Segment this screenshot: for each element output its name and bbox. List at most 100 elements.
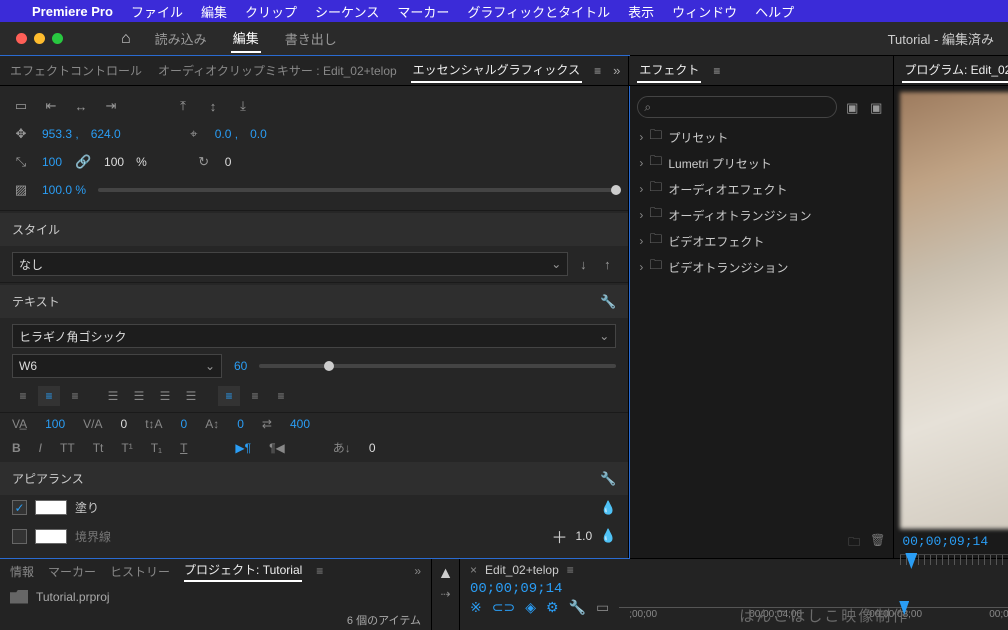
superscript[interactable]: T¹ [121, 441, 132, 455]
expand-panel-icon[interactable]: » [414, 564, 421, 578]
font-weight-dropdown[interactable]: W6⌄ [12, 354, 222, 378]
align-right-icon[interactable]: ⇥ [102, 97, 120, 115]
position-y[interactable]: 624.0 [91, 127, 121, 141]
snap-icon[interactable]: ※ [470, 599, 482, 616]
panel-menu-icon[interactable]: ≡ [713, 64, 720, 78]
text-align-justify-right[interactable]: ☰ [154, 386, 176, 406]
tab-marker[interactable]: マーカー [48, 563, 96, 580]
panel-menu-icon[interactable]: ≡ [594, 64, 601, 78]
font-family-dropdown[interactable]: ヒラギノ角ゴシック⌄ [12, 324, 616, 348]
text-align-justify-all[interactable]: ☰ [180, 386, 202, 406]
style-dropdown[interactable]: なし⌄ [12, 252, 568, 276]
tab-audio-mixer[interactable]: オーディオクリップミキサー : Edit_02+telop [156, 59, 399, 82]
caption-icon[interactable]: ▭ [596, 599, 609, 616]
tree-video-trans[interactable]: ›🗀ビデオトランジション [637, 254, 885, 280]
text-align-justify-left[interactable]: ☰ [102, 386, 124, 406]
linked-selection-icon[interactable]: ⊂⊃ [492, 599, 515, 616]
leading-value[interactable]: 0 [181, 417, 188, 431]
stroke-width[interactable]: 1.0 [575, 529, 592, 543]
wrench-icon[interactable]: 🔧 [600, 471, 616, 487]
menu-window[interactable]: ウィンドウ [672, 2, 737, 21]
all-caps[interactable]: TT [60, 441, 75, 455]
menu-graphics[interactable]: グラフィックとタイトル [467, 2, 610, 21]
underline[interactable]: T [180, 441, 187, 455]
menu-clip[interactable]: クリップ [245, 2, 297, 21]
tab-history[interactable]: ヒストリー [110, 563, 170, 580]
opacity-value[interactable]: 100.0 % [42, 183, 86, 197]
align-left-icon[interactable]: ⇤ [42, 97, 60, 115]
tsume-value[interactable]: 400 [290, 417, 310, 431]
program-view[interactable] [900, 92, 1008, 529]
text-align-middle[interactable]: ≡ [244, 386, 266, 406]
eyedropper-icon[interactable]: 💧 [600, 500, 616, 516]
push-down-icon[interactable]: ↓ [574, 255, 592, 273]
marker-tool-icon[interactable]: ◈ [525, 599, 536, 616]
program-timecode[interactable]: 00;00;09;14 [902, 534, 988, 549]
link-icon[interactable]: 🔗 [74, 153, 92, 171]
align-vcenter-icon[interactable]: ↕ [204, 97, 222, 115]
fill-color-swatch[interactable] [35, 500, 67, 515]
menu-file[interactable]: ファイル [131, 2, 183, 21]
new-bin-icon[interactable]: 🗀 [848, 533, 860, 554]
subscript[interactable]: T₁ [151, 441, 162, 455]
fx-badge2-icon[interactable]: ▣ [867, 99, 885, 117]
wrench-icon[interactable]: 🔧 [600, 294, 616, 310]
menu-help[interactable]: ヘルプ [755, 2, 794, 21]
selection-tool-icon[interactable]: ▲ [438, 565, 454, 583]
expand-panel-icon[interactable]: » [613, 63, 620, 78]
timeline-timecode[interactable]: 00;00;09;14 [460, 581, 1008, 597]
align-group-icon[interactable]: ▭ [12, 97, 30, 115]
align-hcenter-icon[interactable]: ↔ [72, 97, 90, 115]
font-size-slider[interactable] [259, 364, 616, 368]
panel-menu-icon[interactable]: ≡ [316, 564, 323, 578]
tree-audio-trans[interactable]: ›🗀オーディオトランジション [637, 202, 885, 228]
anchor-x[interactable]: 0.0 , [215, 127, 238, 141]
text-align-top[interactable]: ≡ [218, 386, 240, 406]
effects-search-input[interactable] [651, 100, 830, 115]
text-align-bottom[interactable]: ≡ [270, 386, 292, 406]
tree-audio-fx[interactable]: ›🗀オーディオエフェクト [637, 176, 885, 202]
menu-edit[interactable]: 編集 [201, 2, 227, 21]
rotation-value[interactable]: 0 [225, 155, 232, 169]
settings-icon[interactable]: ⚙ [546, 599, 559, 616]
home-icon[interactable]: ⌂ [121, 30, 131, 48]
workspace-edit[interactable]: 編集 [231, 24, 261, 53]
kerning-value[interactable]: 0 [121, 417, 128, 431]
align-bottom-icon[interactable]: ⤓ [234, 97, 252, 115]
timeline-ruler[interactable]: ;00;00 00;00;04;00 00;00;08;00 00;00;12;… [619, 597, 1008, 618]
tategaki-ltr-icon[interactable]: ▶¶ [235, 441, 251, 455]
tategaki-rtl-icon[interactable]: ¶◀ [269, 441, 285, 455]
text-align-right[interactable]: ≡ [64, 386, 86, 406]
sequence-name[interactable]: Edit_02+telop [485, 563, 559, 577]
workspace-import[interactable]: 読み込み [153, 25, 209, 52]
opacity-slider[interactable] [98, 188, 616, 192]
tab-program[interactable]: プログラム: Edit_02+telop [902, 58, 1008, 83]
tab-info[interactable]: 情報 [10, 563, 34, 580]
indent-value[interactable]: 0 [369, 441, 376, 455]
close-window-icon[interactable] [16, 33, 27, 44]
minimize-window-icon[interactable] [34, 33, 45, 44]
font-size-value[interactable]: 60 [234, 359, 247, 373]
menu-view[interactable]: 表示 [628, 2, 654, 21]
tab-essential-graphics[interactable]: エッセンシャルグラフィックス [411, 58, 582, 83]
trash-icon[interactable]: 🗑 [870, 533, 885, 554]
scale-value[interactable]: 100 [42, 155, 62, 169]
wrench-icon[interactable]: 🔧 [569, 599, 586, 616]
stroke-color-swatch[interactable] [35, 529, 67, 544]
fill-checkbox[interactable]: ✓ [12, 500, 27, 515]
workspace-export[interactable]: 書き出し [283, 25, 339, 52]
faux-bold[interactable]: B [12, 441, 21, 455]
stroke-checkbox[interactable]: ✓ [12, 529, 27, 544]
align-top-icon[interactable]: ⤒ [174, 97, 192, 115]
menu-sequence[interactable]: シーケンス [315, 2, 379, 21]
tracking-value[interactable]: 100 [45, 417, 65, 431]
anchor-y[interactable]: 0.0 [250, 127, 267, 141]
panel-menu-icon[interactable]: ≡ [567, 563, 574, 577]
tree-video-fx[interactable]: ›🗀ビデオエフェクト [637, 228, 885, 254]
faux-italic[interactable]: I [39, 441, 42, 455]
text-align-left[interactable]: ≡ [12, 386, 34, 406]
position-x[interactable]: 953.3 , [42, 127, 79, 141]
small-caps[interactable]: Tt [93, 441, 104, 455]
tree-lumetri[interactable]: ›🗀Lumetri プリセット [637, 150, 885, 176]
menu-marker[interactable]: マーカー [397, 2, 449, 21]
